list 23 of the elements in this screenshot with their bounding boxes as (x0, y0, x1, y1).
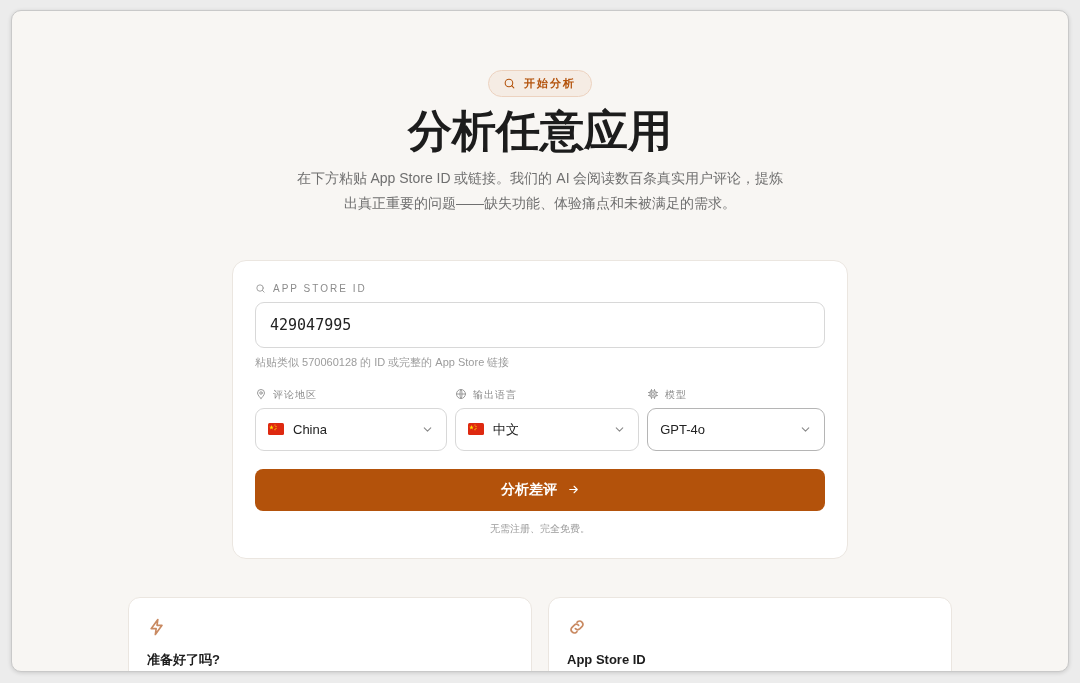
dropdown-select[interactable]: 中文 (455, 407, 640, 451)
search-icon (503, 76, 516, 90)
flag-icon (468, 423, 485, 436)
location-pin-icon (255, 388, 267, 401)
dropdown-select[interactable]: China (255, 407, 448, 451)
select-label: 模型 (665, 387, 688, 402)
globe-icon (455, 388, 468, 401)
select-label: 评论地区 (273, 387, 317, 402)
feature-title: App Store ID (567, 650, 647, 669)
page-subtitle: 在下方粘贴 App Store ID 或链接。我们的 AI 会阅读数百条真实用户评论，提炼出真正重要的问题——缺失功能、体验痛点和未被满足的需求。 (295, 169, 785, 214)
search-icon (255, 283, 266, 295)
page-title: 分析任意应用 (408, 104, 672, 157)
chip-icon (647, 388, 660, 401)
free-note: 无需注册、完全免费。 (489, 521, 591, 536)
feature-title: 准备好了吗? (147, 650, 221, 669)
dropdown-select[interactable]: GPT-4o (647, 407, 825, 451)
field-hint: 粘贴类似 570060128 的 ID 或完整的 App Store 链接 (255, 355, 511, 371)
app-id-field[interactable]: 429047995 (255, 302, 825, 349)
analyze-button[interactable]: 分析差评 (255, 468, 825, 511)
select-label: 输出语言 (473, 387, 518, 402)
flag-icon (268, 423, 284, 436)
badge-label: 开始分析 (524, 76, 576, 91)
field-label: APP STORE ID (273, 282, 367, 297)
